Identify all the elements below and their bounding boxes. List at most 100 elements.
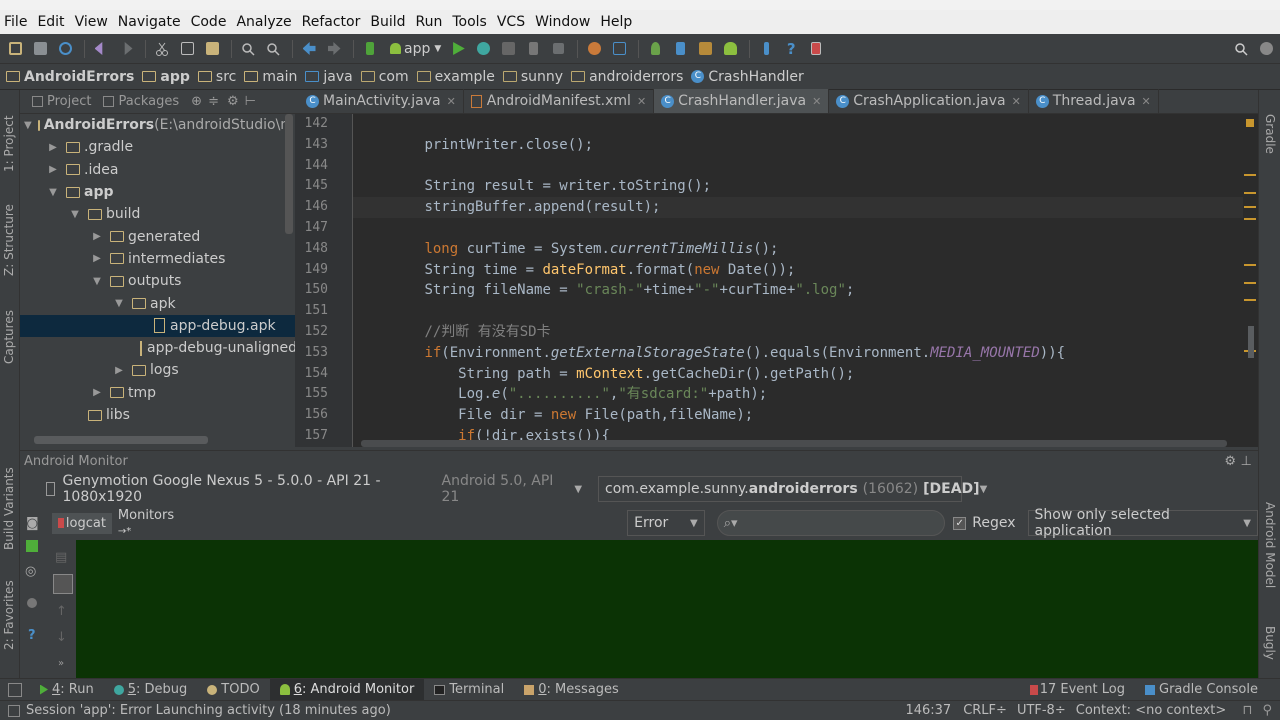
scroll-to-end-icon[interactable] [53, 574, 73, 594]
tab-todo[interactable]: TODO [197, 679, 269, 701]
help-icon[interactable]: ? [780, 38, 802, 60]
up-arrow-icon[interactable]: ↑ [56, 604, 67, 619]
tree-item[interactable]: ▼ outputs [20, 270, 295, 292]
tool-tab-captures[interactable]: Captures [2, 310, 16, 364]
tree-item[interactable]: ▼ build [20, 203, 295, 225]
menu-run[interactable]: Run [412, 10, 449, 34]
tree-horizontal-scrollbar[interactable] [34, 436, 208, 444]
report-icon[interactable] [805, 38, 827, 60]
paste-icon[interactable] [201, 38, 223, 60]
chevron-right-icon[interactable]: ▶ [46, 142, 60, 153]
close-icon[interactable]: ✕ [812, 95, 821, 108]
tab-packages[interactable]: Packages [103, 94, 179, 109]
tree-item[interactable]: ▶ generated [20, 225, 295, 247]
undo-icon[interactable] [90, 38, 112, 60]
chevron-right-icon[interactable]: ▶ [90, 387, 104, 398]
tool-tab-bugly[interactable]: Bugly [1263, 626, 1277, 660]
tab-android-monitor[interactable]: 6: Android Monitor [269, 678, 425, 701]
regex-checkbox[interactable]: ✓ Regex [953, 515, 1016, 531]
device-select[interactable]: Genymotion Google Nexus 5 - 5.0.0 - API … [40, 473, 588, 505]
warning-marker[interactable] [1244, 299, 1256, 301]
chevron-right-icon[interactable]: ▶ [46, 164, 60, 175]
copy-icon[interactable] [176, 38, 198, 60]
tab-project[interactable]: Project [32, 94, 91, 109]
file-encoding[interactable]: UTF-8÷ [1017, 703, 1066, 718]
close-icon[interactable]: ✕ [1012, 95, 1021, 108]
editor-vertical-scrollbar[interactable] [1248, 326, 1254, 358]
replace-icon[interactable] [262, 38, 284, 60]
status-toggle-icon[interactable] [8, 704, 20, 717]
gear-icon[interactable]: ⚙ [1224, 451, 1236, 473]
screen-record-icon[interactable]: ◎ [25, 564, 36, 579]
menu-view[interactable]: View [71, 10, 114, 34]
debug-icon[interactable] [472, 38, 494, 60]
menu-analyze[interactable]: Analyze [232, 10, 297, 34]
menu-refactor[interactable]: Refactor [298, 10, 367, 34]
menu-tools[interactable]: Tools [448, 10, 493, 34]
make-project-icon[interactable] [359, 38, 381, 60]
tree-item[interactable]: ▶ logs [20, 359, 295, 381]
warning-marker[interactable] [1244, 264, 1256, 266]
tab-logcat[interactable]: logcat [51, 512, 112, 534]
editor-tab[interactable]: AndroidManifest.xml ✕ [464, 89, 655, 113]
redo-icon[interactable] [115, 38, 137, 60]
tree-vertical-scrollbar[interactable] [285, 114, 293, 234]
tab-run[interactable]: 4: Run [30, 679, 104, 701]
user-icon[interactable] [1255, 38, 1277, 60]
stop-icon[interactable] [547, 38, 569, 60]
status-message[interactable]: Session 'app': Error Launching activity … [26, 703, 391, 718]
tab-gradle-console[interactable]: Gradle Console [1135, 679, 1268, 701]
tool-tab-project[interactable]: 1: Project [2, 115, 16, 172]
tab-monitors[interactable]: Monitors →* [118, 508, 191, 538]
back-icon[interactable] [298, 38, 320, 60]
menu-file[interactable]: File [0, 10, 33, 34]
close-icon[interactable]: ✕ [637, 95, 646, 108]
settings-icon[interactable] [583, 38, 605, 60]
tree-item[interactable]: app-debug.apk [20, 314, 295, 337]
menu-edit[interactable]: Edit [33, 10, 70, 34]
android-device-monitor-icon[interactable] [719, 38, 741, 60]
tab-messages[interactable]: 0: Messages [514, 679, 629, 701]
breadcrumb-item-src[interactable]: src [197, 69, 236, 85]
chevron-right-icon[interactable]: ▶ [112, 365, 126, 376]
log-level-select[interactable]: Error ▼ [627, 510, 705, 536]
menu-vcs[interactable]: VCS [493, 10, 531, 34]
warning-indicator-icon[interactable] [1246, 119, 1254, 127]
save-icon[interactable] [29, 38, 51, 60]
tool-tab-build-variants[interactable]: Build Variants [2, 467, 16, 550]
tree-item[interactable]: ▼ AndroidErrors (E:\androidStudio\muk [20, 114, 295, 136]
collapse-all-icon[interactable]: ≑ [208, 94, 219, 109]
caret-position[interactable]: 146:37 [905, 703, 951, 718]
chevron-down-icon[interactable]: ▼ [24, 120, 32, 131]
menu-help[interactable]: Help [596, 10, 638, 34]
tool-tab-android-model[interactable]: Android Model [1263, 502, 1277, 588]
warning-marker[interactable] [1244, 218, 1256, 220]
context[interactable]: Context: <no context> [1076, 703, 1227, 718]
breadcrumb-item-main[interactable]: main [244, 69, 297, 85]
tab-terminal[interactable]: Terminal [424, 679, 514, 701]
run-app-icon[interactable] [26, 540, 38, 552]
chevron-right-icon[interactable]: ▶ [90, 253, 104, 264]
menu-window[interactable]: Window [531, 10, 596, 34]
breadcrumb-item-java[interactable]: java [305, 69, 353, 85]
tool-tab-gradle[interactable]: Gradle [1263, 114, 1277, 154]
avd-manager-icon[interactable] [669, 38, 691, 60]
tree-item[interactable]: app-debug-unaligned. [20, 337, 295, 359]
menu-navigate[interactable]: Navigate [114, 10, 187, 34]
terminate-icon[interactable] [27, 598, 37, 608]
open-folder-icon[interactable] [4, 38, 26, 60]
sync-icon[interactable] [54, 38, 76, 60]
editor-tab[interactable]: C MainActivity.java ✕ [299, 89, 464, 113]
editor-tab[interactable]: C CrashHandler.java ✕ [654, 89, 830, 113]
tree-item[interactable]: ▶ .gradle [20, 136, 295, 158]
editor-tab[interactable]: C CrashApplication.java ✕ [829, 89, 1029, 113]
screenshot-icon[interactable]: ◙ [26, 516, 42, 531]
breadcrumb-item-com[interactable]: com [360, 69, 409, 85]
breadcrumb-item-androiderrors-package[interactable]: androiderrors [571, 69, 683, 85]
tree-item[interactable]: ▼ app [20, 181, 295, 203]
breadcrumb-item-crashhandler[interactable]: C CrashHandler [691, 69, 804, 85]
sync-gradle-icon[interactable] [644, 38, 666, 60]
chevron-down-icon[interactable]: ▼ [112, 298, 126, 309]
chevron-down-icon[interactable]: ▼ [90, 276, 104, 287]
breadcrumb-item-androiderrors[interactable]: AndroidErrors [6, 69, 134, 85]
